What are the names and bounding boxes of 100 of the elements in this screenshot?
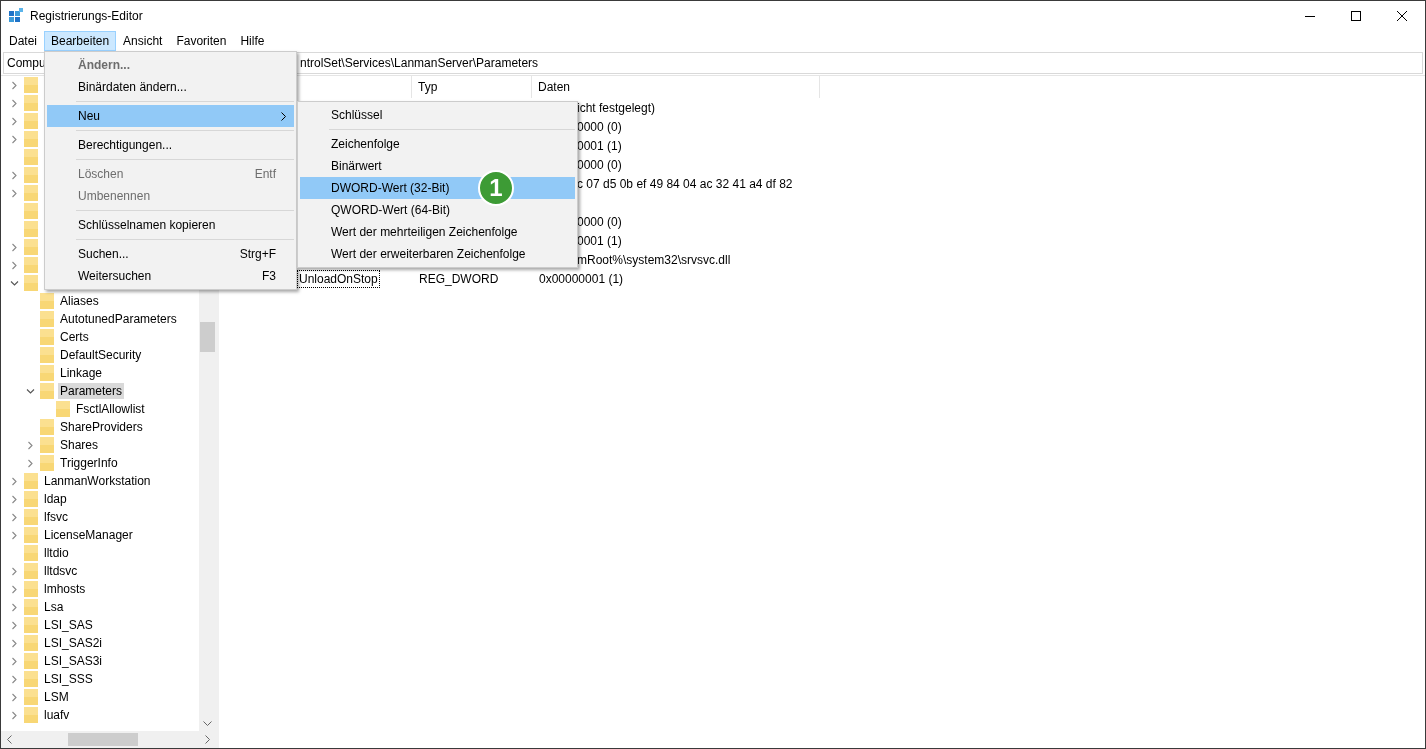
menu-item[interactable]: Hilfe <box>233 31 272 51</box>
scroll-thumb[interactable] <box>68 733 138 746</box>
chevron-right-icon[interactable] <box>10 476 19 486</box>
tree-item[interactable]: LSI_SAS2i <box>42 635 105 651</box>
chevron-right-icon[interactable] <box>10 116 19 126</box>
folder-icon <box>40 383 54 399</box>
chevron-right-icon[interactable] <box>26 458 35 468</box>
folder-icon <box>24 473 38 489</box>
chevron-right-icon[interactable] <box>10 134 19 144</box>
folder-icon <box>24 617 38 633</box>
folder-icon <box>24 689 38 705</box>
tree-item[interactable]: Shares <box>58 437 101 453</box>
chevron-right-icon[interactable] <box>10 620 19 630</box>
chevron-down-icon[interactable] <box>26 386 35 396</box>
tree-item[interactable]: luafv <box>42 707 72 723</box>
chevron-right-icon[interactable] <box>10 566 19 576</box>
tree-item[interactable]: LSI_SAS <box>42 617 95 633</box>
menu-item[interactable]: Favoriten <box>169 31 234 51</box>
menu-item[interactable]: Berechtigungen... <box>47 134 294 156</box>
chevron-right-icon[interactable] <box>10 512 19 522</box>
scroll-right-icon[interactable] <box>205 735 211 744</box>
chevron-down-icon[interactable] <box>10 278 19 288</box>
maximize-icon[interactable] <box>1351 11 1361 21</box>
tree-item[interactable]: Linkage <box>58 365 105 381</box>
folder-icon <box>24 599 38 615</box>
menu-item[interactable]: Ansicht <box>116 31 170 51</box>
value-data: 0001 (1) <box>577 138 622 153</box>
horizontal-scrollbar[interactable] <box>1 731 216 748</box>
tree-item[interactable]: LSM <box>42 689 71 705</box>
chevron-right-icon[interactable] <box>10 530 19 540</box>
value-data: mRoot%\system32\srvsvc.dll <box>577 252 731 267</box>
column-header[interactable]: Daten <box>532 76 820 98</box>
value-data: 0001 (1) <box>577 233 622 248</box>
folder-icon <box>24 635 38 651</box>
tree-item[interactable]: lmhosts <box>42 581 88 597</box>
folder-icon <box>40 365 54 381</box>
tree-item[interactable]: lltdsvc <box>42 563 80 579</box>
column-header[interactable]: Typ <box>412 76 532 98</box>
folder-icon <box>40 437 54 453</box>
tree-item[interactable]: Lsa <box>42 599 66 615</box>
value-data: 0000 (0) <box>577 157 622 172</box>
folder-icon <box>40 419 54 435</box>
chevron-right-icon[interactable] <box>10 260 19 270</box>
chevron-right-icon[interactable] <box>10 80 19 90</box>
folder-icon <box>24 563 38 579</box>
menu-item[interactable]: Suchen... Strg+F <box>47 243 294 265</box>
chevron-right-icon[interactable] <box>10 656 19 666</box>
menu-item[interactable]: Wert der mehrteiligen Zeichenfolge <box>300 221 575 243</box>
folder-icon <box>24 653 38 669</box>
chevron-right-icon[interactable] <box>10 98 19 108</box>
chevron-right-icon[interactable] <box>10 188 19 198</box>
tree-item[interactable]: DefaultSecurity <box>58 347 144 363</box>
tree-item[interactable]: LSI_SSS <box>42 671 95 687</box>
menu-item[interactable]: Schlüsselnamen kopieren <box>47 214 294 236</box>
chevron-right-icon[interactable] <box>10 602 19 612</box>
chevron-right-icon[interactable] <box>10 710 19 720</box>
tree-item[interactable]: lltdio <box>42 545 71 561</box>
tree-item[interactable]: FsctlAllowlist <box>74 401 147 417</box>
step-number-badge: 1 <box>478 170 514 206</box>
menu-item[interactable]: Datei <box>2 31 44 51</box>
value-data: 0x00000001 (1) <box>539 271 624 286</box>
tree-item[interactable]: TriggerInfo <box>58 455 120 471</box>
menu-item[interactable]: Bearbeiten <box>44 31 117 51</box>
chevron-right-icon[interactable] <box>10 242 19 252</box>
chevron-right-icon[interactable] <box>10 692 19 702</box>
menu-item[interactable]: Wert der erweiterbaren Zeichenfolge <box>300 243 575 265</box>
tree-item[interactable]: ldap <box>42 491 69 507</box>
folder-icon <box>40 293 54 309</box>
scroll-down-icon[interactable] <box>203 721 212 727</box>
chevron-right-icon[interactable] <box>26 440 35 450</box>
tree-item[interactable]: Certs <box>58 329 91 345</box>
scroll-left-icon[interactable] <box>6 735 12 744</box>
close-icon[interactable] <box>1397 11 1407 21</box>
folder-icon <box>24 581 38 597</box>
chevron-right-icon[interactable] <box>10 638 19 648</box>
chevron-right-icon[interactable] <box>10 584 19 594</box>
tree-item[interactable]: LicenseManager <box>42 527 135 543</box>
window-title: Registrierungs-Editor <box>30 9 143 23</box>
tree-item[interactable]: lfsvc <box>42 509 70 525</box>
chevron-right-icon[interactable] <box>10 494 19 504</box>
folder-icon <box>40 311 54 327</box>
chevron-right-icon[interactable] <box>10 674 19 684</box>
chevron-right-icon[interactable] <box>10 170 19 180</box>
menu-item[interactable]: Binärdaten ändern... <box>47 76 294 98</box>
menu-item[interactable]: Zeichenfolge <box>300 133 575 155</box>
tree-item[interactable]: LSI_SAS3i <box>42 653 105 669</box>
tree-item[interactable]: Parameters <box>58 383 125 399</box>
tree-item[interactable]: ShareProviders <box>58 419 145 435</box>
tree-item[interactable]: Aliases <box>58 293 101 309</box>
value-data: 0000 (0) <box>577 119 622 134</box>
value-name[interactable]: UnloadOnStop <box>298 270 379 287</box>
menu-item[interactable]: Neu <box>47 105 294 127</box>
value-data: icht festgelegt) <box>577 100 656 115</box>
folder-icon <box>40 347 54 363</box>
tree-item[interactable]: LanmanWorkstation <box>42 473 153 489</box>
menu-item[interactable]: Weitersuchen F3 <box>47 265 294 287</box>
scroll-thumb[interactable] <box>200 322 215 352</box>
tree-item[interactable]: AutotunedParameters <box>58 311 179 327</box>
menu-item[interactable]: Schlüssel <box>300 104 575 126</box>
registry-cubes-icon <box>8 8 24 24</box>
